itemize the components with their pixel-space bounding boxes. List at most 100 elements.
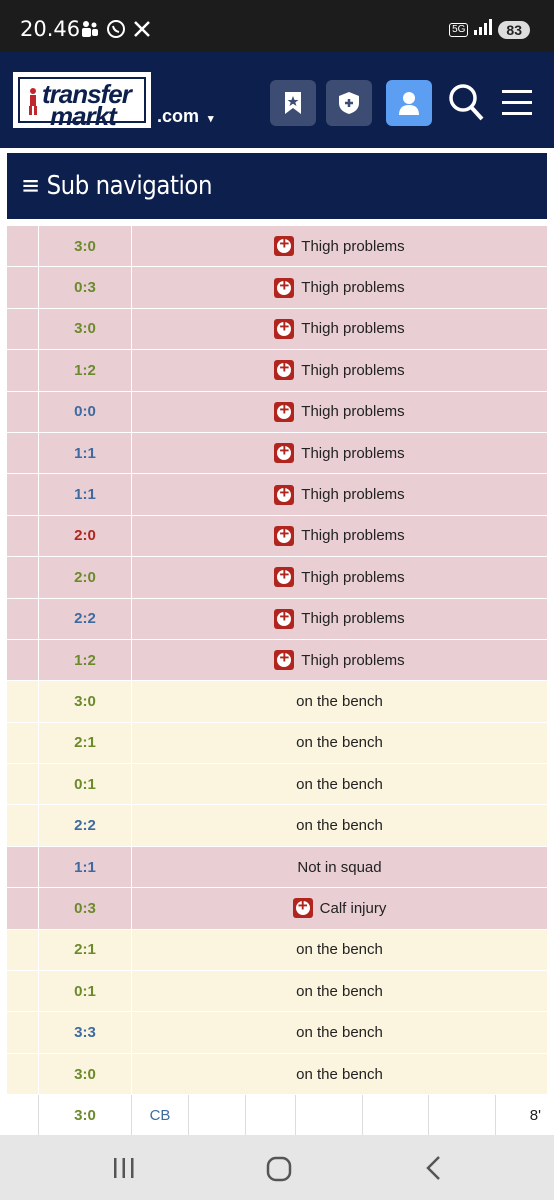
table-row: 1:2 Thigh problems xyxy=(7,639,547,682)
row-spacer xyxy=(7,515,39,557)
match-result[interactable]: 0:1 xyxy=(39,764,132,805)
match-result[interactable]: 3:3 xyxy=(39,1012,132,1053)
status-text: on the bench xyxy=(296,775,383,793)
status-text: Thigh problems xyxy=(301,610,405,628)
bookmark-star-icon xyxy=(285,92,301,114)
back-icon[interactable] xyxy=(424,1155,444,1181)
table-row: 3:0 Thigh problems xyxy=(7,226,547,268)
table-row: 0:3 Calf injury xyxy=(7,888,547,930)
search-icon xyxy=(449,84,484,121)
table-row: 2:2 Thigh problems xyxy=(7,598,547,640)
match-result[interactable]: 0:3 xyxy=(39,888,132,929)
status-text: on the bench xyxy=(296,692,383,710)
status-cell: Thigh problems xyxy=(132,474,547,514)
match-result[interactable]: 0:0 xyxy=(39,391,132,432)
match-result[interactable]: 2:2 xyxy=(39,598,132,639)
hamburger-menu-button[interactable] xyxy=(502,88,532,118)
row-spacer xyxy=(7,308,39,350)
network-type: 5G xyxy=(449,22,469,37)
row-spacer xyxy=(7,805,39,846)
match-result[interactable]: 3:0 xyxy=(39,681,132,722)
status-cell: Thigh problems xyxy=(132,557,547,597)
stat-cell xyxy=(429,1095,496,1135)
status-text: Calf injury xyxy=(319,899,387,917)
table-row: 3:0 Thigh problems xyxy=(7,308,547,351)
teams-icon xyxy=(80,19,100,39)
status-cell: Thigh problems xyxy=(132,392,547,432)
row-spacer xyxy=(7,929,39,971)
match-result[interactable]: 2:1 xyxy=(39,722,132,764)
domain-selector[interactable]: .com ▾ xyxy=(157,106,214,127)
injury-icon xyxy=(274,441,295,464)
recent-apps-icon[interactable] xyxy=(112,1156,136,1180)
profile-button[interactable] xyxy=(386,80,432,126)
status-cell: on the bench xyxy=(132,930,547,970)
stat-cell xyxy=(363,1095,429,1135)
table-row: 0:1 on the bench xyxy=(7,764,547,806)
table-row: 3:0 CB 8' xyxy=(7,1095,547,1135)
sub-navigation-label: ≡ Sub navigation xyxy=(21,171,213,201)
row-spacer xyxy=(7,267,39,308)
match-result[interactable]: 3:0 xyxy=(39,1053,132,1095)
injury-icon xyxy=(274,565,295,588)
table-row: 3:0 on the bench xyxy=(7,1053,547,1096)
match-result[interactable]: 3:0 xyxy=(39,1095,132,1135)
home-icon[interactable] xyxy=(266,1156,292,1182)
bookmark-button[interactable] xyxy=(270,80,316,126)
status-cell: Thigh problems xyxy=(132,433,547,473)
match-result[interactable]: 1:1 xyxy=(39,474,132,515)
table-row: 3:0 on the bench xyxy=(7,681,547,723)
status-cell: on the bench xyxy=(132,805,547,845)
status-cell: on the bench xyxy=(132,1054,547,1094)
status-text: Thigh problems xyxy=(301,403,405,421)
signal-icon xyxy=(474,19,493,40)
match-result[interactable]: 2:0 xyxy=(39,557,132,598)
stat-cell xyxy=(296,1095,363,1135)
page-content: ≡ Sub navigation 3:0 Thigh problems 0:3 Thi… xyxy=(0,148,554,1135)
match-result[interactable]: 3:0 xyxy=(39,226,132,267)
sub-navigation-toggle[interactable]: ≡ Sub navigation xyxy=(7,153,547,219)
status-text: Thigh problems xyxy=(301,651,405,669)
logo-text-bottom: markt xyxy=(50,101,117,131)
transfermarkt-logo[interactable]: transfer markt xyxy=(13,72,151,131)
row-spacer xyxy=(7,1053,39,1095)
injury-icon xyxy=(274,317,295,339)
match-result[interactable]: 3:0 xyxy=(39,308,132,350)
table-row: 2:1 on the bench xyxy=(7,722,547,765)
row-spacer xyxy=(7,764,39,805)
match-result[interactable]: 1:2 xyxy=(39,639,132,681)
row-spacer xyxy=(7,598,39,639)
status-text: Thigh problems xyxy=(301,444,405,462)
club-shield-button[interactable] xyxy=(326,80,372,126)
match-result[interactable]: 1:2 xyxy=(39,350,132,391)
match-result[interactable]: 0:3 xyxy=(39,267,132,308)
match-result[interactable]: 2:0 xyxy=(39,515,132,557)
table-row: 0:1 on the bench xyxy=(7,971,547,1013)
match-result[interactable]: 1:1 xyxy=(39,846,132,888)
row-spacer xyxy=(7,1095,39,1135)
status-text: on the bench xyxy=(296,982,383,1000)
status-cell: Thigh problems xyxy=(132,226,547,266)
table-row: 2:1 on the bench xyxy=(7,929,547,972)
shield-plus-icon xyxy=(339,92,359,114)
status-cell: Thigh problems xyxy=(132,350,547,390)
status-text: on the bench xyxy=(296,941,383,959)
battery-level: 83 xyxy=(498,20,530,39)
row-spacer xyxy=(7,557,39,598)
status-text: Thigh problems xyxy=(301,486,405,504)
status-cell: on the bench xyxy=(132,764,547,804)
match-result[interactable]: 2:1 xyxy=(39,929,132,971)
status-text: on the bench xyxy=(296,1024,383,1042)
whatsapp-icon xyxy=(106,19,126,39)
match-result[interactable]: 2:2 xyxy=(39,805,132,846)
injury-icon xyxy=(274,358,295,381)
table-row: 1:1 Thigh problems xyxy=(7,432,547,475)
status-text: Thigh problems xyxy=(301,279,405,297)
row-spacer xyxy=(7,888,39,929)
search-button[interactable] xyxy=(448,83,484,123)
match-result[interactable]: 0:1 xyxy=(39,971,132,1012)
status-cell: Thigh problems xyxy=(132,640,547,680)
table-row: 3:3 on the bench xyxy=(7,1012,547,1054)
caret-down-icon: ▾ xyxy=(208,113,214,125)
match-result[interactable]: 1:1 xyxy=(39,432,132,474)
